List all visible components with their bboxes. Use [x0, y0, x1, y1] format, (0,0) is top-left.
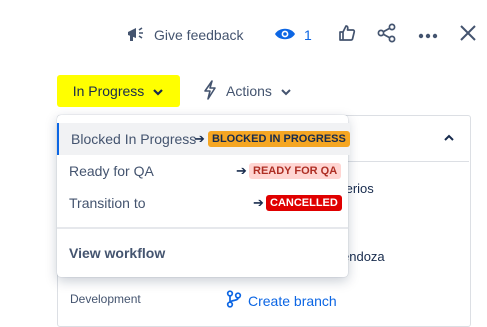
menu-divider — [57, 227, 348, 229]
create-branch-label: Create branch — [248, 292, 337, 309]
more-button[interactable] — [415, 22, 441, 48]
status-lozenge: READY FOR QA — [249, 163, 342, 179]
actions-button[interactable]: Actions — [202, 75, 292, 107]
view-workflow-link[interactable]: View workflow — [69, 245, 165, 261]
arrow-right-icon: ➔ — [236, 163, 247, 178]
menu-item-label: Ready for QA — [69, 163, 154, 179]
create-branch-link[interactable]: Create branch — [226, 290, 337, 311]
status-button[interactable]: In Progress — [57, 75, 180, 107]
status-lozenge: BLOCKED IN PROGRESS — [208, 131, 350, 147]
menu-item-blocked-in-progress[interactable]: Blocked In Progress ➔ BLOCKED IN PROGRES… — [57, 123, 350, 155]
more-icon — [418, 26, 438, 44]
development-label: Development — [70, 292, 141, 306]
status-label: In Progress — [72, 83, 145, 99]
collapse-button[interactable] — [436, 125, 462, 151]
menu-item-label: Blocked In Progress — [71, 131, 197, 147]
vote-button[interactable] — [334, 22, 360, 48]
share-button[interactable] — [374, 22, 400, 48]
transition-dropdown: Blocked In Progress ➔ BLOCKED IN PROGRES… — [57, 115, 350, 277]
watch-button[interactable]: 1 — [274, 22, 312, 48]
status-lozenge: CANCELLED — [266, 195, 342, 211]
chevron-up-icon — [443, 129, 455, 147]
megaphone-icon — [126, 25, 146, 46]
menu-item-label: Transition to — [69, 195, 146, 211]
eye-icon — [274, 26, 296, 45]
field-value-partial: endoza — [342, 249, 385, 264]
menu-item-ready-for-qa[interactable]: Ready for QA ➔ READY FOR QA — [57, 155, 348, 187]
actions-label: Actions — [226, 83, 272, 99]
lightning-icon — [202, 79, 218, 103]
give-feedback-label: Give feedback — [154, 27, 244, 43]
arrow-right-icon: ➔ — [253, 195, 264, 210]
arrow-right-icon: ➔ — [194, 131, 205, 146]
chevron-down-icon — [280, 83, 292, 99]
thumbs-up-icon — [338, 24, 356, 47]
give-feedback-button[interactable]: Give feedback — [126, 22, 244, 48]
share-icon — [377, 23, 397, 48]
branch-icon — [226, 290, 242, 311]
close-icon — [459, 24, 477, 47]
close-button[interactable] — [455, 22, 481, 48]
chevron-down-icon — [152, 83, 164, 99]
menu-item-transition-to[interactable]: Transition to ➔ CANCELLED — [57, 187, 348, 219]
watch-count: 1 — [304, 27, 312, 43]
